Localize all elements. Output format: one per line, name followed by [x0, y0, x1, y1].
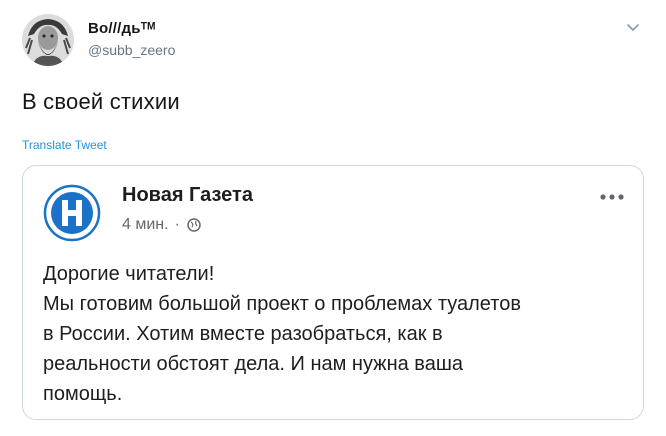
user-avatar[interactable]: [22, 14, 74, 66]
post-body-line: Мы готовим большой проект о проблемах ту…: [43, 293, 521, 315]
post-body-line: реальности обстоят дела. И нам нужна ваш…: [43, 353, 463, 375]
post-body-line: в России. Хотим вместе разобраться, как …: [43, 323, 443, 345]
tweet: Во///дьᵀᴹ @subb_zeero В своей стихии Tra…: [0, 0, 666, 436]
avatar-portrait-icon: [22, 14, 74, 66]
meta-separator: ·: [174, 216, 180, 233]
translate-tweet-link[interactable]: Translate Tweet: [22, 138, 107, 152]
post-body-line: помощь.: [43, 383, 123, 405]
post-body: Дорогие читатели! Мы готовим большой про…: [43, 259, 633, 409]
embedded-post-card[interactable]: Новая Газета 4 мин. · Дорогие читатели! …: [22, 165, 644, 420]
globe-icon: [186, 217, 202, 233]
display-name[interactable]: Во///дьᵀᴹ: [88, 20, 155, 37]
post-time[interactable]: 4 мин.: [122, 216, 169, 234]
post-meta: 4 мин. ·: [122, 216, 202, 234]
tweet-text: В своей стихии: [22, 89, 180, 114]
post-body-line: Дорогие читатели!: [43, 263, 215, 285]
novaya-gazeta-logo-icon[interactable]: [43, 184, 101, 242]
user-handle[interactable]: @subb_zeero: [88, 42, 175, 58]
page-name[interactable]: Новая Газета: [122, 184, 253, 207]
more-dots-icon[interactable]: [597, 190, 627, 202]
chevron-down-icon[interactable]: [624, 20, 642, 36]
